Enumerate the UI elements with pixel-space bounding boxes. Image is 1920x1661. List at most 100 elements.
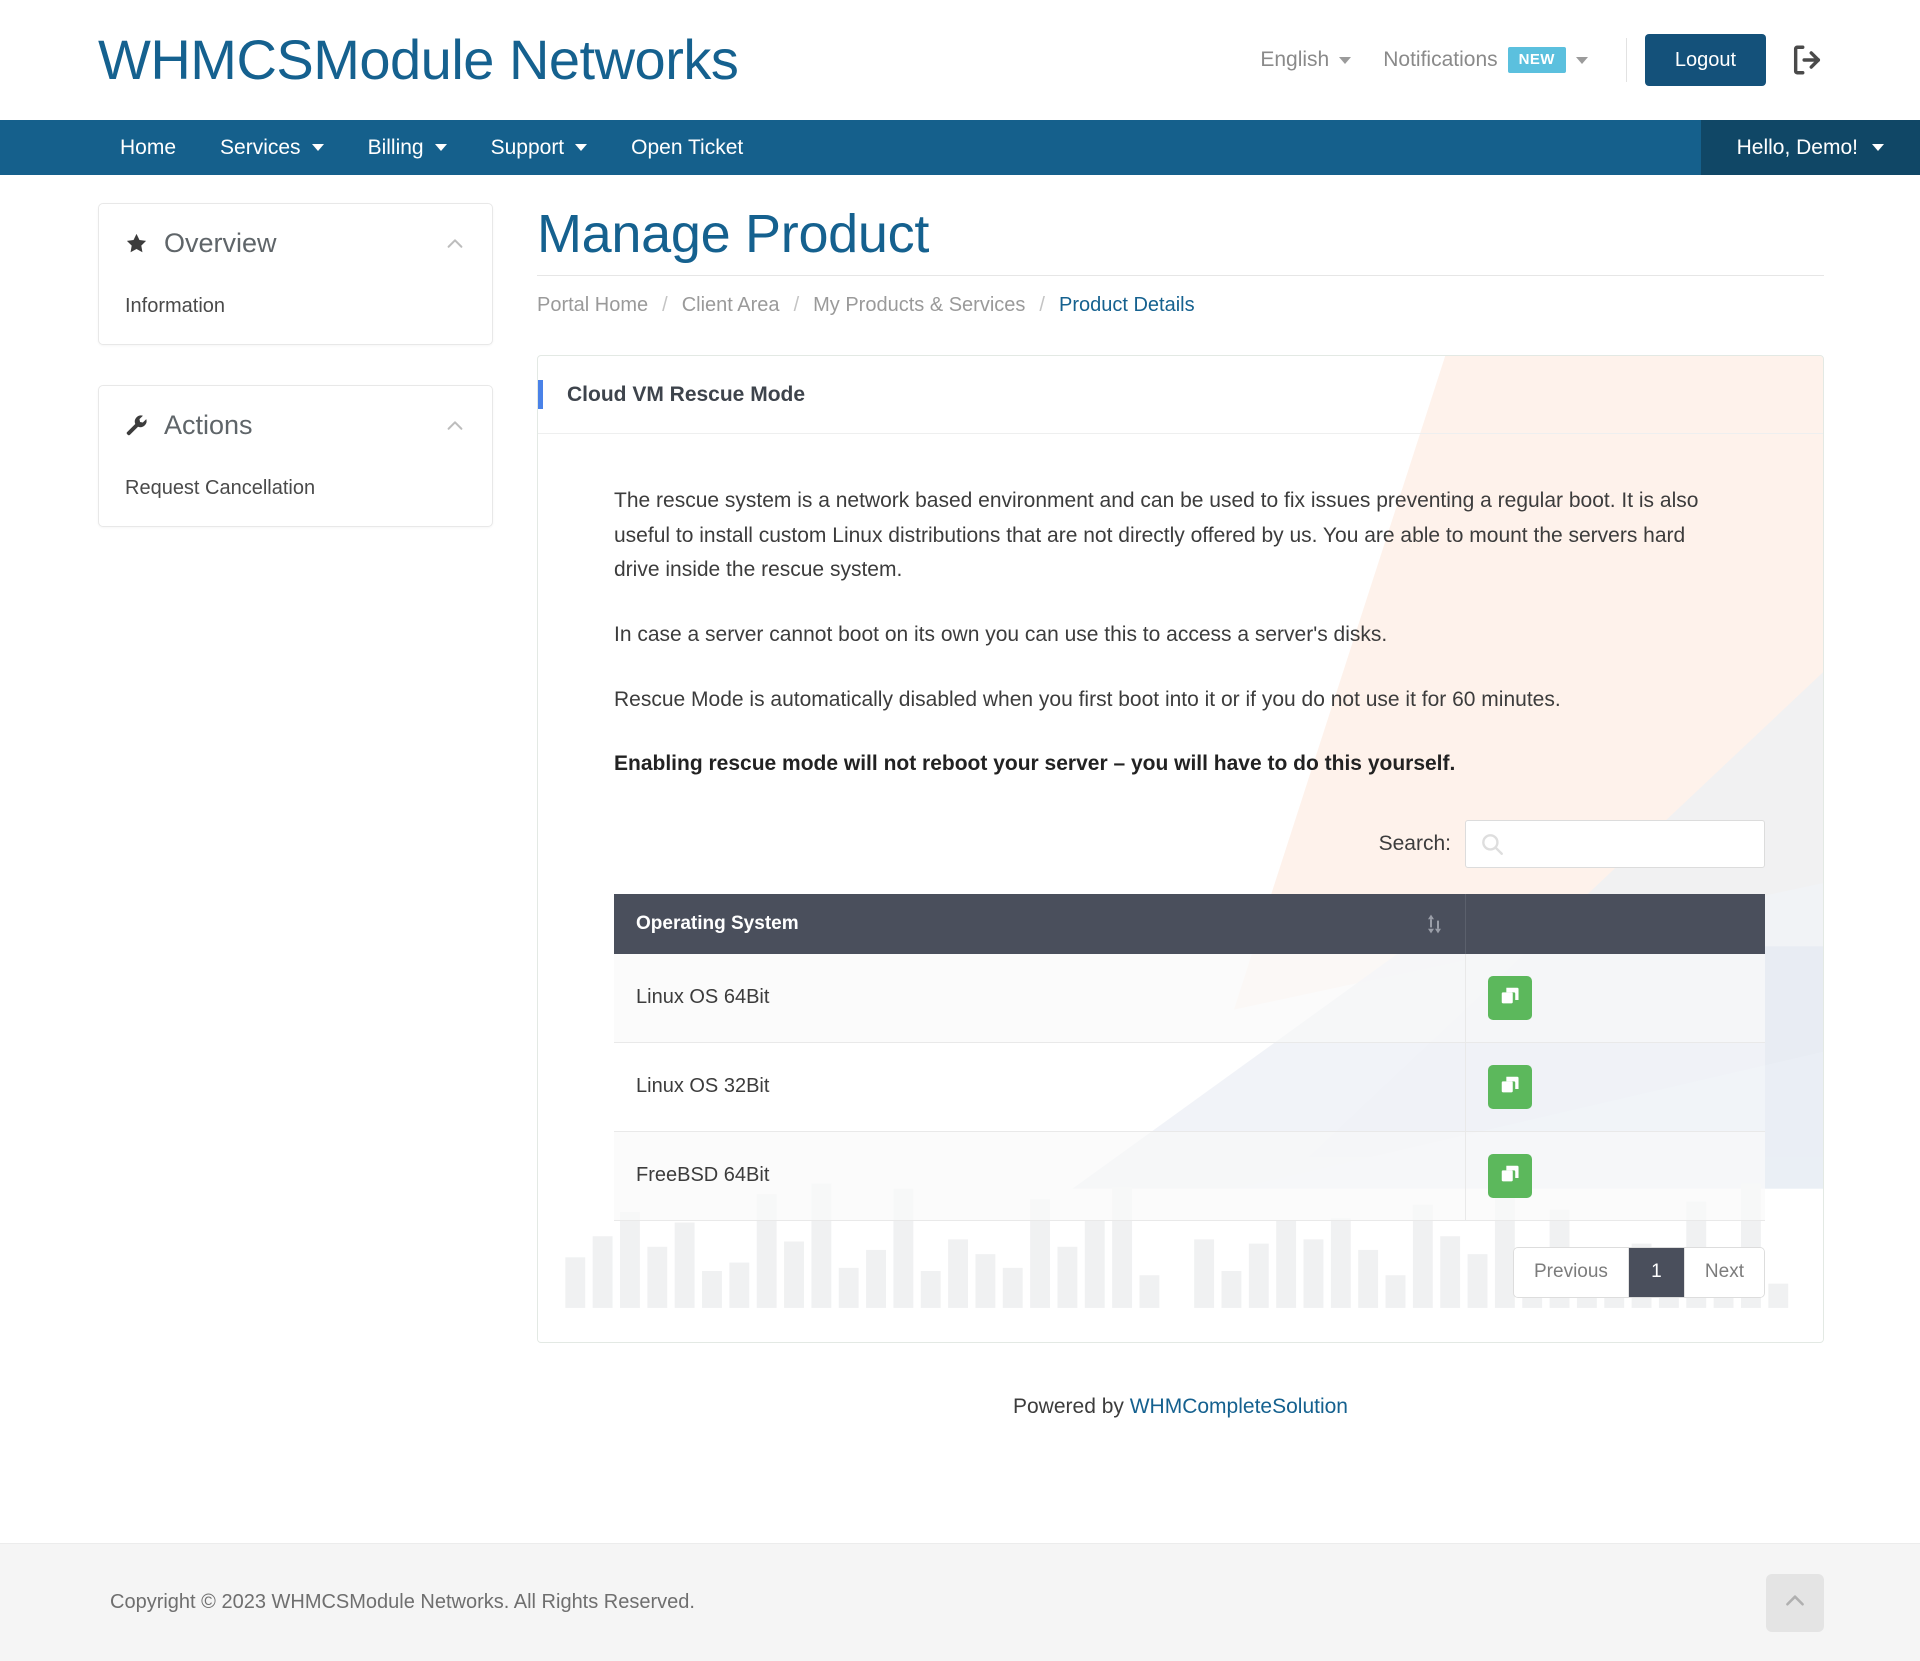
cell-action xyxy=(1465,1131,1765,1221)
logout-button[interactable]: Logout xyxy=(1644,34,1766,86)
activate-rescue-button[interactable] xyxy=(1487,975,1532,1020)
column-header-label: Operating System xyxy=(636,912,799,934)
table-body: Linux OS 64Bit Linux OS 32Bit FreeBSD 64… xyxy=(614,953,1765,1221)
nav-label: Support xyxy=(490,135,565,159)
nav-item-home[interactable]: Home xyxy=(98,120,198,175)
notifications-menu[interactable]: Notifications NEW xyxy=(1367,47,1604,73)
table-header-row: Operating System xyxy=(614,893,1765,954)
activate-rescue-button[interactable] xyxy=(1487,1064,1532,1109)
cell-action xyxy=(1465,1042,1765,1132)
header-utility-nav: English Notifications NEW Logout xyxy=(1244,34,1824,86)
nav-item-billing[interactable]: Billing xyxy=(346,120,469,175)
chevron-down-icon xyxy=(434,144,447,151)
copyright-text: Copyright © 2023 WHMCSModule Networks. A… xyxy=(110,1591,695,1613)
panel-accent-bar xyxy=(538,380,543,410)
sidebar-card-actions-title: Actions xyxy=(164,410,253,440)
breadcrumb-item-portal-home[interactable]: Portal Home xyxy=(537,294,648,317)
sidebar-item-request-cancellation[interactable]: Request Cancellation xyxy=(99,461,492,526)
language-selector[interactable]: English xyxy=(1244,48,1367,72)
search-input-wrapper xyxy=(1465,819,1765,868)
chevron-up-icon[interactable] xyxy=(444,415,466,437)
pagination-page-1[interactable]: 1 xyxy=(1628,1247,1685,1297)
language-label: English xyxy=(1260,48,1330,71)
title-divider xyxy=(537,275,1824,277)
cell-operating-system: Linux OS 64Bit xyxy=(614,953,1466,1043)
operating-system-table: Operating System Linux OS 64Bit Linux OS… xyxy=(614,893,1765,1221)
chevron-down-icon xyxy=(1575,56,1588,64)
pagination-row: Previous 1 Next xyxy=(614,1246,1765,1298)
rescue-description-paragraph-3: Rescue Mode is automatically disabled wh… xyxy=(614,687,1561,711)
chevron-down-icon xyxy=(311,144,324,151)
sidebar-card-overview: Overview Information xyxy=(98,203,493,345)
cell-operating-system: FreeBSD 64Bit xyxy=(614,1131,1466,1221)
table-row: Linux OS 64Bit xyxy=(614,953,1765,1043)
nav-item-services[interactable]: Services xyxy=(198,120,346,175)
breadcrumb-separator: / xyxy=(793,294,800,317)
rescue-mode-panel-title: Cloud VM Rescue Mode xyxy=(567,382,806,406)
table-head: Operating System xyxy=(614,893,1765,954)
rescue-mode-panel-inner: Cloud VM Rescue Mode The rescue system i… xyxy=(538,356,1823,1342)
breadcrumb-item-product-details: Product Details xyxy=(1058,294,1195,317)
powered-by-prefix: Powered by xyxy=(1013,1394,1130,1418)
nav-label: Billing xyxy=(367,135,424,159)
pagination-previous[interactable]: Previous xyxy=(1514,1247,1629,1297)
cell-operating-system: Linux OS 32Bit xyxy=(614,1042,1466,1132)
activate-rescue-button[interactable] xyxy=(1487,1153,1532,1198)
nav-item-support[interactable]: Support xyxy=(469,120,610,175)
powered-by: Powered by WHMCompleteSolution xyxy=(537,1342,1824,1479)
clone-icon xyxy=(1499,1074,1521,1099)
chevron-up-icon[interactable] xyxy=(444,233,466,255)
site-logo[interactable]: WHMCSModule Networks xyxy=(98,32,739,88)
sidebar-card-overview-title: Overview xyxy=(164,228,277,258)
header-divider xyxy=(1625,38,1627,82)
search-label: Search: xyxy=(1378,831,1451,855)
rescue-mode-panel-header: Cloud VM Rescue Mode xyxy=(538,356,1823,435)
rescue-description-paragraph-1: The rescue system is a network based env… xyxy=(614,489,1699,582)
scroll-to-top-button[interactable] xyxy=(1766,1573,1824,1632)
page-footer: Copyright © 2023 WHMCSModule Networks. A… xyxy=(0,1543,1920,1661)
clone-icon xyxy=(1499,1163,1521,1188)
sidebar-card-overview-header[interactable]: Overview xyxy=(99,204,492,279)
table-search-row: Search: xyxy=(614,819,1765,868)
sidebar-item-information[interactable]: Information xyxy=(99,279,492,344)
top-header: WHMCSModule Networks English Notificatio… xyxy=(0,0,1920,120)
breadcrumb: Portal Home / Client Area / My Products … xyxy=(537,294,1824,317)
rescue-mode-panel: Cloud VM Rescue Mode The rescue system i… xyxy=(537,355,1824,1343)
pagination: Previous 1 Next xyxy=(1513,1246,1765,1298)
sidebar-card-actions: Actions Request Cancellation xyxy=(98,385,493,527)
column-header-operating-system[interactable]: Operating System xyxy=(614,893,1466,954)
page-body: Overview Information Actions Request Can… xyxy=(0,175,1920,1543)
column-header-actions xyxy=(1465,893,1765,954)
nav-label: Open Ticket xyxy=(631,135,744,159)
chevron-down-icon xyxy=(575,144,588,151)
powered-by-link[interactable]: WHMCompleteSolution xyxy=(1130,1395,1348,1418)
chevron-down-icon xyxy=(1872,144,1884,151)
nav-item-open-ticket[interactable]: Open Ticket xyxy=(609,120,765,175)
sidebar: Overview Information Actions Request Can… xyxy=(98,203,493,567)
page-title: Manage Product xyxy=(537,204,930,264)
table-row: Linux OS 32Bit xyxy=(614,1042,1765,1132)
rescue-description-paragraph-2: In case a server cannot boot on its own … xyxy=(614,623,1388,647)
notifications-label: Notifications xyxy=(1383,48,1498,71)
star-icon xyxy=(125,232,148,255)
wrench-icon xyxy=(125,414,148,437)
sidebar-card-actions-header[interactable]: Actions xyxy=(99,386,492,461)
breadcrumb-item-my-products-services[interactable]: My Products & Services xyxy=(813,294,1025,317)
sign-out-icon[interactable] xyxy=(1790,43,1824,77)
sort-updown-icon xyxy=(1426,914,1443,934)
chevron-down-icon xyxy=(1339,56,1352,64)
cell-action xyxy=(1465,953,1765,1043)
main-navigation: Home Services Billing Support Open Ticke… xyxy=(0,120,1920,175)
user-greeting-label: Hello, Demo! xyxy=(1736,135,1858,159)
search-input[interactable] xyxy=(1465,819,1765,868)
nav-label: Home xyxy=(120,135,177,159)
breadcrumb-separator: / xyxy=(1039,294,1045,317)
user-account-menu[interactable]: Hello, Demo! xyxy=(1700,120,1920,175)
clone-icon xyxy=(1499,985,1521,1010)
rescue-warning-paragraph: Enabling rescue mode will not reboot you… xyxy=(614,752,1456,776)
rescue-mode-panel-body: The rescue system is a network based env… xyxy=(538,434,1823,1342)
pagination-next[interactable]: Next xyxy=(1684,1247,1764,1297)
nav-label: Services xyxy=(220,135,301,159)
breadcrumb-item-client-area[interactable]: Client Area xyxy=(682,294,780,317)
breadcrumb-separator: / xyxy=(662,294,668,317)
